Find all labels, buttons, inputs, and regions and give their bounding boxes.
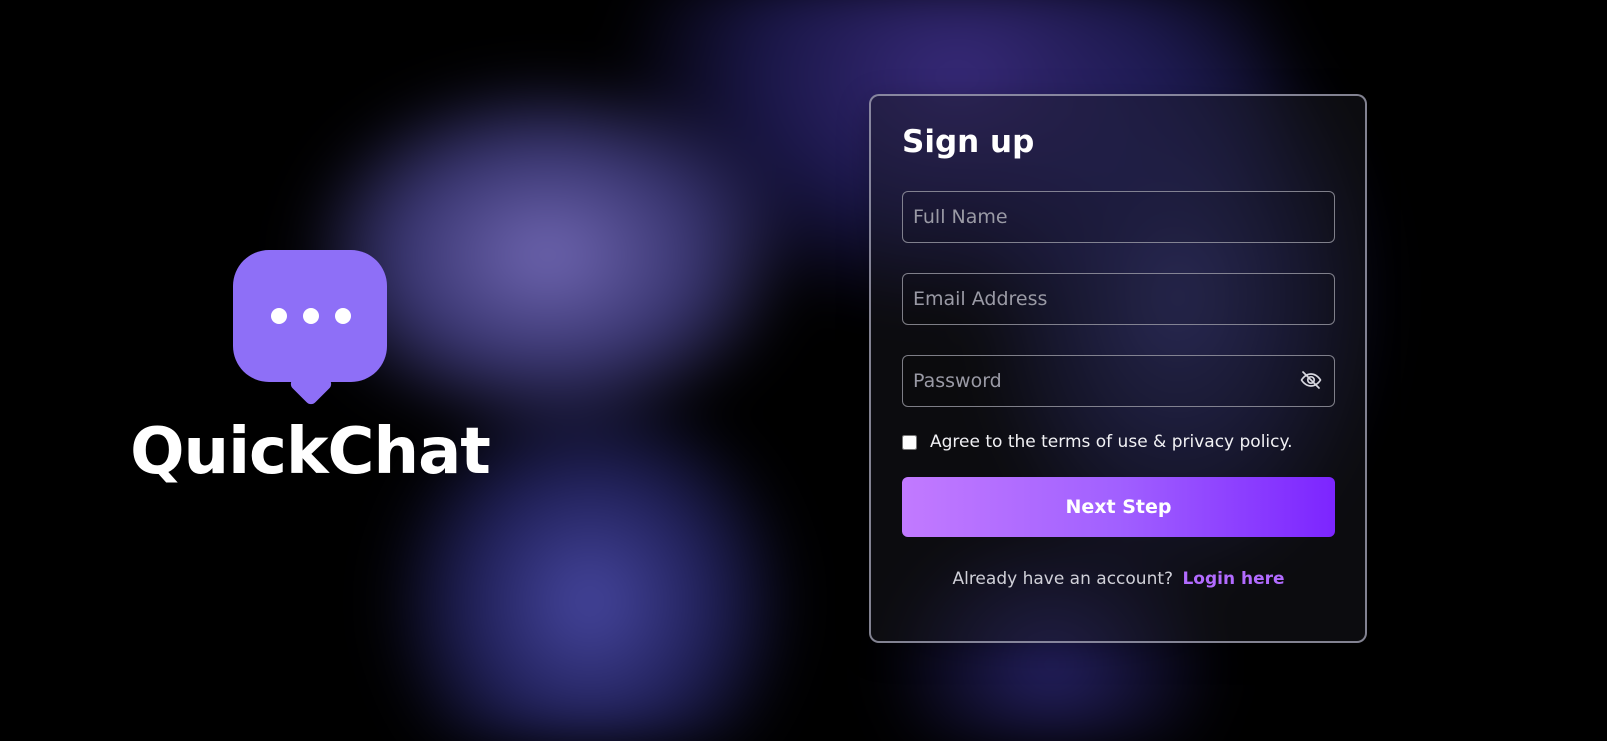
login-prompt-text: Already have an account? — [952, 569, 1174, 590]
typing-dot — [303, 308, 319, 324]
login-prompt: Already have an account? Login here — [902, 569, 1335, 589]
password-input[interactable] — [903, 356, 1334, 407]
eye-off-icon[interactable] — [1299, 368, 1323, 392]
password-field[interactable] — [902, 355, 1335, 408]
login-link[interactable]: Login here — [1182, 569, 1284, 589]
full-name-field[interactable] — [902, 191, 1335, 244]
chat-bubble-icon — [233, 250, 387, 407]
signup-title: Sign up — [902, 124, 1035, 160]
typing-dot — [335, 308, 351, 324]
next-step-button[interactable]: Next Step — [902, 477, 1335, 538]
brand-section: QuickChat — [130, 250, 491, 484]
typing-dot — [271, 308, 287, 324]
email-input[interactable] — [903, 274, 1334, 325]
email-field[interactable] — [902, 273, 1335, 326]
brand-name: QuickChat — [130, 415, 491, 489]
terms-checkbox[interactable] — [902, 434, 917, 450]
full-name-input[interactable] — [903, 192, 1334, 243]
terms-row[interactable]: Agree to the terms of use & privacy poli… — [902, 432, 1335, 452]
terms-label: Agree to the terms of use & privacy poli… — [930, 432, 1293, 453]
typing-dots — [271, 308, 351, 324]
signup-card: Sign up Agree to the terms of use & priv… — [869, 94, 1367, 643]
